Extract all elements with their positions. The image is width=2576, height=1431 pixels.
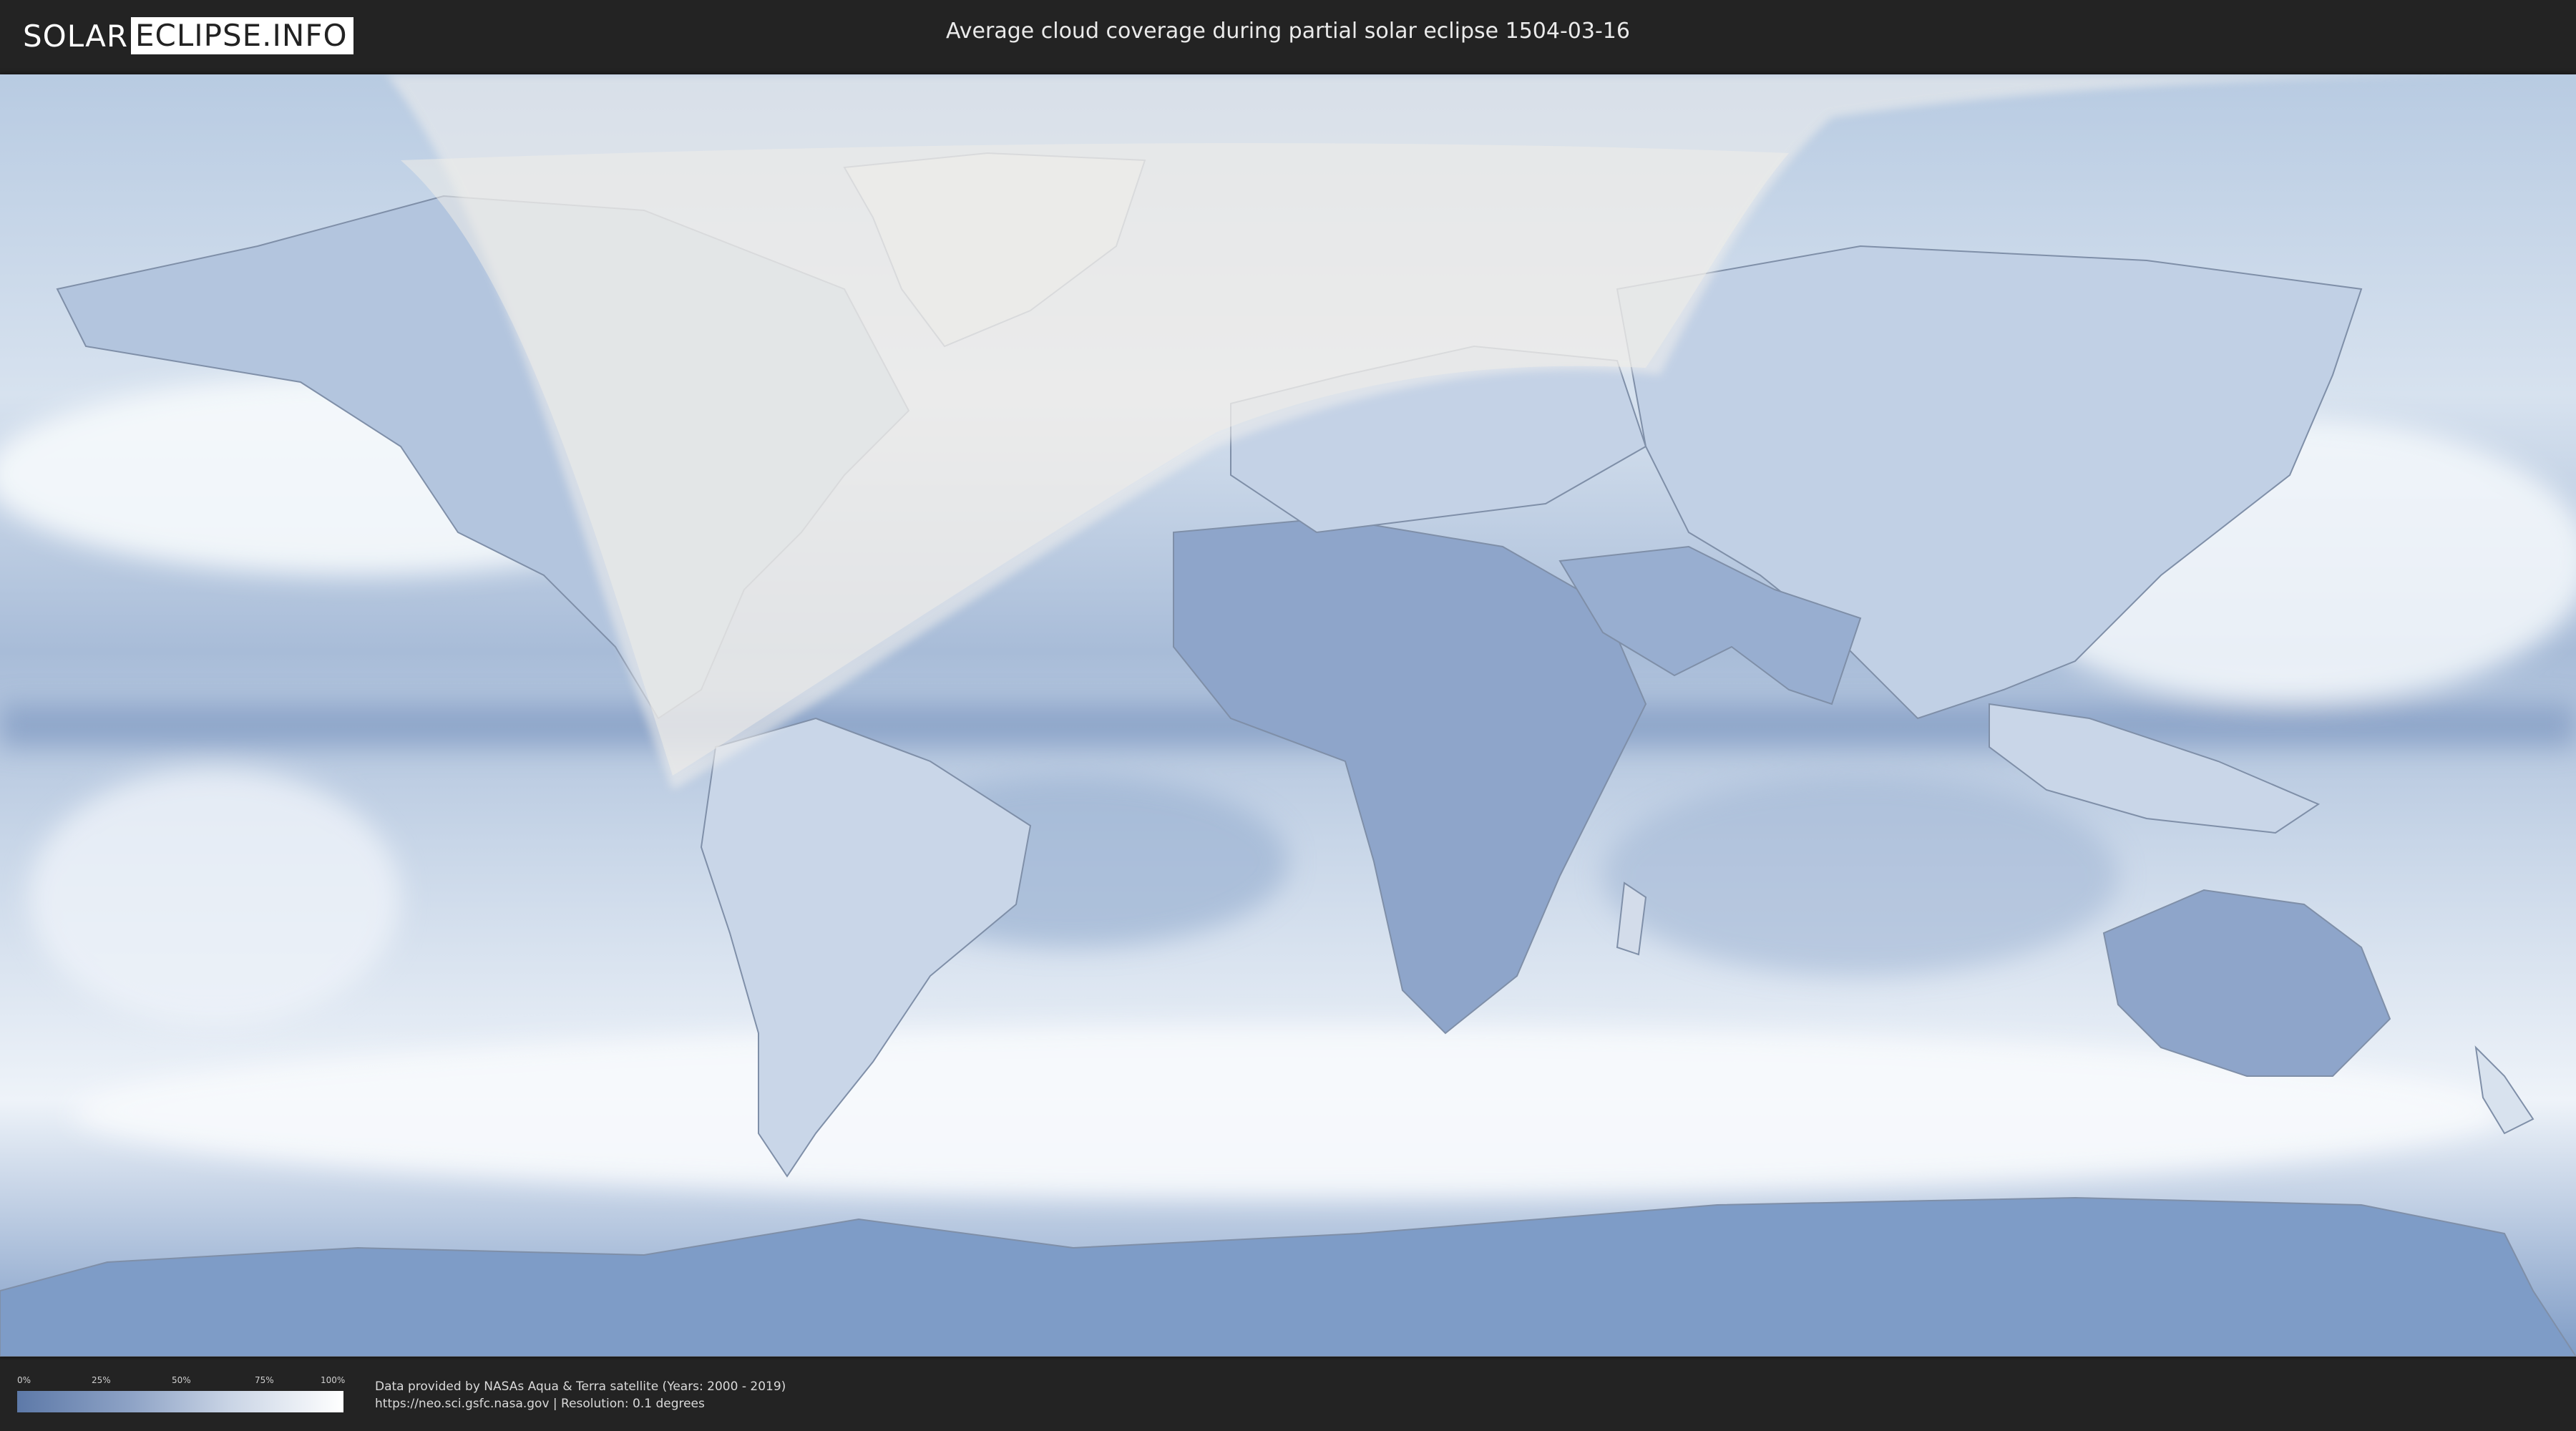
legend-tick-50: 50% [172,1375,191,1385]
world-map-svg [0,74,2576,1357]
header-bar: SOLAR ECLIPSE.INFO Average cloud coverag… [0,0,2576,70]
legend-gradient-bar [17,1391,343,1412]
legend-tick-25: 25% [92,1375,111,1385]
footer-bar [0,1359,2576,1431]
cloud-coverage-legend: 0% 25% 50% 75% 100% [17,1375,346,1415]
credit-line-2[interactable]: https://neo.sci.gsfc.nasa.gov | Resoluti… [375,1397,705,1411]
page-title: Average cloud coverage during partial so… [946,19,1630,44]
credit-line-1: Data provided by NASAs Aqua & Terra sate… [375,1379,786,1394]
legend-tick-75: 75% [255,1375,274,1385]
cloud-coverage-map [0,74,2576,1357]
legend-tick-0: 0% [17,1375,31,1385]
legend-tick-100: 100% [321,1375,346,1385]
